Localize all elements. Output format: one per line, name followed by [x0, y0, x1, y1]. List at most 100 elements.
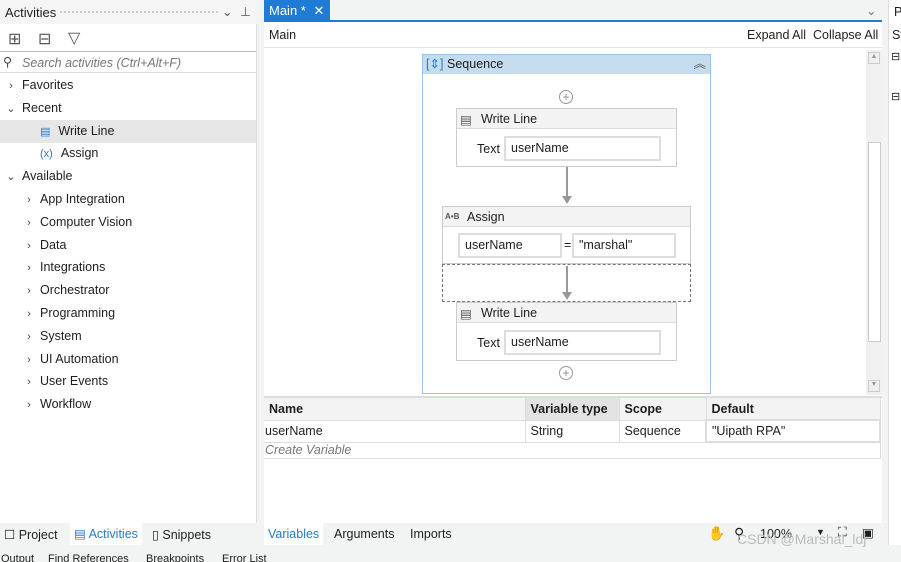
designer-canvas: Main Expand All Collapse All ▲ ▼ [⇕] Seq… — [264, 20, 882, 523]
assign-icon: (x) — [40, 148, 53, 161]
tab-label: Snippets — [162, 528, 212, 542]
chevron-right-icon[interactable]: › — [22, 189, 36, 212]
tree-item-label: System — [40, 328, 82, 343]
tree-item[interactable]: ⌄ Recent — [0, 97, 256, 120]
chevron-right-icon[interactable]: › — [22, 257, 36, 280]
variable-type[interactable]: String — [525, 420, 620, 443]
assign-to-field[interactable]: userName — [458, 233, 562, 258]
write-line-icon: ▤ — [40, 125, 51, 138]
text-field[interactable]: userName — [504, 136, 661, 161]
vertical-scrollbar[interactable]: ▲ ▼ — [866, 50, 882, 395]
tab-activities[interactable]: ▤ Activities — [70, 523, 142, 545]
column-header[interactable]: Default — [706, 398, 881, 421]
text-label: Text — [477, 142, 500, 156]
tree-item-label: UI Automation — [40, 351, 119, 366]
activity-title: Write Line — [481, 306, 538, 320]
tab-main[interactable]: Main * ✕ — [264, 0, 330, 21]
collapse-icon[interactable]: ︽ — [693, 55, 706, 74]
tree-item[interactable]: › UI Automation — [0, 348, 256, 371]
tree-item-label: Integrations — [40, 260, 106, 275]
chevron-down-icon[interactable]: ⌄ — [4, 98, 18, 121]
equals-sign: = — [564, 238, 572, 252]
output-tabs: Output Find References Breakpoints Error… — [0, 550, 901, 562]
collapse-all-button[interactable]: Collapse All — [813, 28, 878, 42]
chevron-down-icon[interactable]: ⌄ — [866, 3, 876, 18]
tree-item[interactable]: ⌄ Available — [0, 165, 256, 188]
breadcrumb[interactable]: Main — [269, 28, 296, 42]
table-row[interactable]: userName String Sequence "Uipath RPA" — [264, 419, 881, 443]
tree-item[interactable]: ▤ Write Line — [0, 119, 256, 143]
sequence-container[interactable]: [⇕] Sequence ︽ + ▤ Write Line Text userNa… — [422, 54, 711, 394]
chevron-down-icon[interactable]: ⌄ — [4, 166, 18, 189]
tree-item[interactable]: › Orchestrator — [0, 279, 256, 302]
tab-arguments[interactable]: Arguments — [334, 527, 394, 541]
assign-value-field[interactable]: "marshal" — [572, 233, 676, 258]
activity-title: Assign — [467, 210, 505, 224]
expand-all-button[interactable]: Expand All — [747, 28, 806, 42]
chevron-down-icon[interactable]: ⌄ — [222, 4, 232, 19]
column-header[interactable]: Variable type — [525, 398, 620, 421]
tab-find-references[interactable]: Find References — [48, 553, 129, 562]
chevron-right-icon[interactable]: › — [22, 303, 36, 326]
chevron-right-icon[interactable]: › — [22, 394, 36, 417]
tree-item-label: App Integration — [40, 192, 125, 206]
activity-title: Write Line — [481, 112, 538, 126]
chevron-right-icon[interactable]: › — [22, 235, 36, 258]
search-input[interactable]: Search activities (Ctrl+Alt+F) — [22, 56, 181, 70]
collapse-icon[interactable]: ⊟ — [891, 90, 900, 103]
tree-item[interactable]: › Programming — [0, 302, 256, 325]
create-variable[interactable]: Create Variable — [264, 442, 881, 459]
tree-item[interactable]: › System — [0, 325, 256, 348]
text-field[interactable]: userName — [504, 330, 661, 355]
column-header[interactable]: Name — [264, 398, 526, 421]
search-box[interactable]: ⚲ Search activities (Ctrl+Alt+F) — [0, 51, 256, 73]
tree-item[interactable]: › Workflow — [0, 393, 256, 416]
drag-grip — [60, 11, 218, 14]
collapse-icon[interactable]: ⊟ — [891, 50, 900, 63]
variable-name[interactable]: userName — [264, 420, 526, 443]
chevron-right-icon[interactable]: › — [22, 280, 36, 303]
hand-icon[interactable]: ✋ — [708, 525, 725, 542]
filter-icon[interactable]: ▽ — [68, 28, 80, 48]
add-activity-icon[interactable]: + — [559, 90, 573, 104]
tree-item[interactable]: (x) Assign — [0, 142, 256, 165]
variable-default[interactable]: "Uipath RPA" — [705, 419, 881, 443]
tree-item[interactable]: › Favorites — [0, 74, 256, 97]
write-line-activity[interactable]: ▤ Write Line Text userName — [456, 302, 677, 361]
tree-item-label: Orchestrator — [40, 283, 110, 298]
variable-scope[interactable]: Sequence — [619, 420, 707, 443]
scrollbar-thumb[interactable] — [868, 142, 881, 342]
tree-item[interactable]: › Data — [0, 234, 256, 257]
expand-all-icon[interactable]: ⊞ — [8, 29, 21, 49]
write-line-activity[interactable]: ▤ Write Line Text userName — [456, 108, 677, 167]
tab-error-list[interactable]: Error List — [222, 553, 267, 562]
tab-breakpoints[interactable]: Breakpoints — [146, 553, 204, 562]
assign-activity[interactable]: A•B Assign userName = "marshal" — [442, 206, 691, 264]
sequence-title: Sequence — [447, 57, 504, 71]
write-line-icon: ▤ — [460, 307, 472, 321]
property-item: Sy — [892, 28, 901, 42]
column-header[interactable]: Scope — [619, 398, 707, 421]
chevron-right-icon[interactable]: › — [22, 212, 36, 235]
tab-label: Activities — [88, 527, 138, 541]
tree-item-label: User Events — [40, 374, 109, 389]
close-icon[interactable]: ✕ — [313, 3, 324, 18]
tab-output[interactable]: Output — [1, 553, 34, 562]
activities-panel: Activities ⌄ ⊥ ⊞ ⊟ ▽ ⚲ Search activities… — [0, 0, 257, 545]
add-activity-icon[interactable]: + — [559, 366, 573, 380]
collapse-all-icon[interactable]: ⊟ — [38, 29, 51, 49]
tab-snippets[interactable]: ▯ Snippets — [152, 527, 211, 542]
chevron-right-icon[interactable]: › — [22, 371, 36, 394]
chevron-right-icon[interactable]: › — [4, 75, 18, 98]
tab-variables[interactable]: Variables — [264, 523, 324, 545]
tree-item[interactable]: › App Integration — [0, 188, 256, 211]
tree-item[interactable]: › Computer Vision — [0, 211, 256, 234]
tree-item[interactable]: › User Events — [0, 370, 256, 393]
tab-imports[interactable]: Imports — [410, 527, 452, 541]
tab-project[interactable]: ☐ Project — [4, 527, 58, 542]
tree-item[interactable]: › Integrations — [0, 256, 256, 279]
pin-icon[interactable]: ⊥ — [240, 4, 251, 19]
chevron-right-icon[interactable]: › — [22, 349, 36, 372]
tree-item-label: Assign — [60, 146, 99, 161]
chevron-right-icon[interactable]: › — [22, 326, 36, 349]
